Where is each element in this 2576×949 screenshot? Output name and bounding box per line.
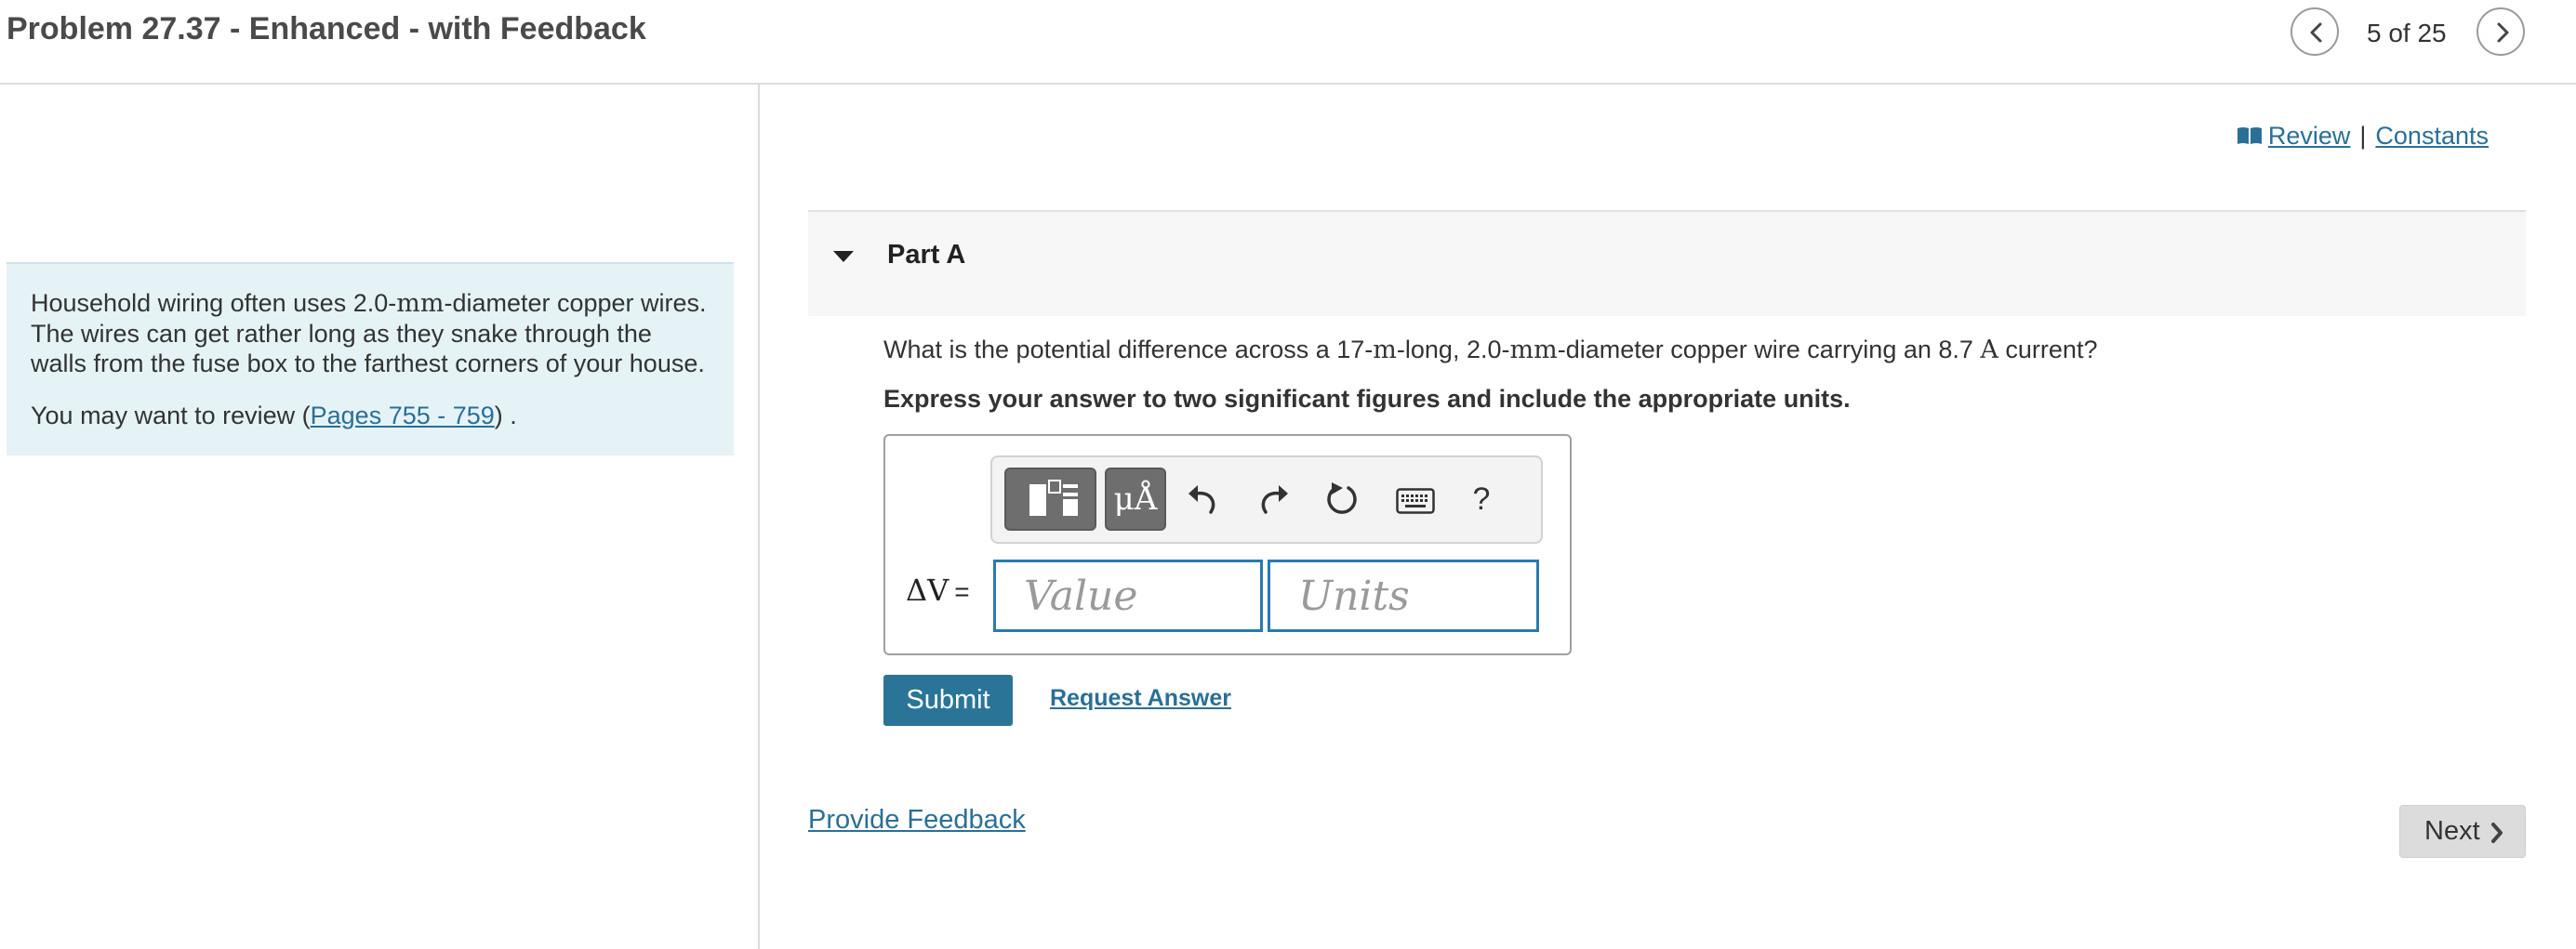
chevron-right-icon [2497,22,2509,43]
problem-intro-text: Household wiring often uses 2.0-mm-diame… [31,289,707,377]
chevron-left-icon [2310,22,2322,43]
problem-counter: 5 of 25 [2367,19,2447,47]
next-problem-button[interactable] [2476,7,2525,56]
help-icon: ? [1472,481,1491,517]
header-bar: Problem 27.37 - Enhanced - with Feedback… [0,0,2576,85]
math-toolbar: μÅ ? [990,455,1543,544]
constants-link[interactable]: Constants [2375,122,2489,150]
undo-button[interactable] [1175,468,1231,531]
help-button[interactable]: ? [1454,468,1509,531]
units-icon: μÅ [1113,481,1158,518]
keyboard-button[interactable] [1385,468,1446,531]
chevron-right-icon [2491,823,2503,843]
value-input[interactable] [993,560,1263,632]
reset-icon [1327,482,1357,514]
review-note: You may want to review (Pages 755 - 759)… [31,402,517,429]
column-divider [758,85,760,949]
review-link[interactable]: Review [2268,122,2351,150]
question-text: What is the potential difference across … [883,336,2098,364]
reset-button[interactable] [1315,468,1371,531]
next-button[interactable]: Next [2399,805,2526,858]
problem-intro-panel: Household wiring often uses 2.0-mm-diame… [7,262,734,455]
page-title: Problem 27.37 - Enhanced - with Feedback [7,11,646,46]
request-answer-link[interactable]: Request Answer [1050,685,1231,712]
units-button[interactable]: μÅ [1105,468,1166,531]
submit-button[interactable]: Submit [883,675,1013,726]
part-label: Part A [887,240,966,270]
provide-feedback-link[interactable]: Provide Feedback [808,805,1026,836]
next-label: Next [2424,816,2480,846]
answer-instruction: Express your answer to two significant f… [883,385,1851,413]
book-icon [2237,124,2263,152]
redo-button[interactable] [1245,468,1301,531]
templates-icon [1029,480,1078,516]
redo-icon [1261,485,1288,514]
part-a-header[interactable]: Part A [808,210,2526,316]
review-pages-link[interactable]: Pages 755 - 759 [311,402,495,429]
previous-problem-button[interactable] [2291,7,2339,56]
keyboard-icon [1396,488,1435,514]
link-separator: | [2359,122,2367,150]
resources-links: Review | Constants [2237,122,2489,152]
answer-box: μÅ ? ΔV = Value Units [883,434,1572,655]
units-input[interactable] [1268,560,1539,632]
undo-icon [1188,485,1215,514]
caret-down-icon [833,251,854,262]
answer-variable-label: ΔV = [906,573,970,608]
templates-button[interactable] [1004,468,1096,531]
